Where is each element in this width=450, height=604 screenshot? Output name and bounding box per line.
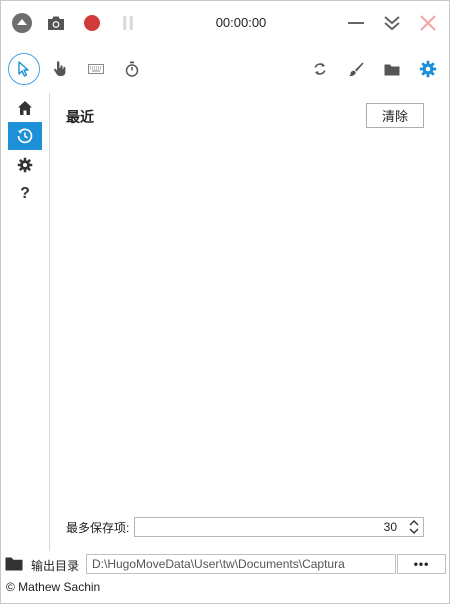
sidebar: ?	[1, 93, 50, 551]
record-icon[interactable]	[80, 11, 104, 35]
camera-icon[interactable]	[44, 11, 68, 35]
stopwatch-icon[interactable]	[116, 53, 148, 85]
minimize-icon[interactable]	[344, 11, 368, 35]
settings-icon[interactable]	[412, 53, 444, 85]
refresh-icon[interactable]	[304, 53, 336, 85]
title-bar: 00:00:00	[1, 1, 449, 47]
sidebar-settings-icon[interactable]	[8, 151, 42, 179]
max-items-stepper[interactable]: 30	[134, 517, 424, 537]
browse-button[interactable]: •••	[397, 554, 446, 574]
recording-timer: 00:00:00	[215, 15, 267, 30]
hand-icon[interactable]	[44, 53, 76, 85]
output-bar: 输出目录 D:\HugoMoveData\User\tw\Documents\C…	[1, 553, 449, 575]
pause-icon[interactable]	[116, 11, 140, 35]
brush-icon[interactable]	[340, 53, 372, 85]
output-path-field[interactable]: D:\HugoMoveData\User\tw\Documents\Captur…	[86, 554, 396, 574]
help-icon[interactable]: ?	[8, 180, 42, 208]
folder-icon[interactable]	[376, 53, 408, 85]
spinner-arrows-icon[interactable]	[409, 520, 419, 534]
clear-button[interactable]: 清除	[366, 103, 424, 128]
recent-panel: 最近 清除 最多保存项: 30	[51, 93, 449, 551]
app-window: 00:00:00 ? 最近 清除 最多保存项: 30 输出目录 D:\HugoM…	[0, 0, 450, 604]
collapse-icon[interactable]	[380, 11, 404, 35]
max-items-label: 最多保存项:	[66, 521, 130, 535]
max-items-value: 30	[383, 520, 397, 534]
close-icon[interactable]	[416, 11, 440, 35]
menu-up-icon[interactable]	[10, 11, 34, 35]
toolbar	[1, 51, 449, 87]
cursor-icon[interactable]	[8, 53, 40, 85]
output-dir-label: 输出目录	[31, 559, 80, 573]
home-icon[interactable]	[8, 94, 42, 122]
page-title: 最近	[66, 109, 94, 125]
copyright-text: © Mathew Sachin	[6, 580, 101, 594]
output-folder-icon[interactable]	[5, 556, 23, 572]
history-icon[interactable]	[8, 122, 42, 150]
keyboard-icon[interactable]	[80, 53, 112, 85]
